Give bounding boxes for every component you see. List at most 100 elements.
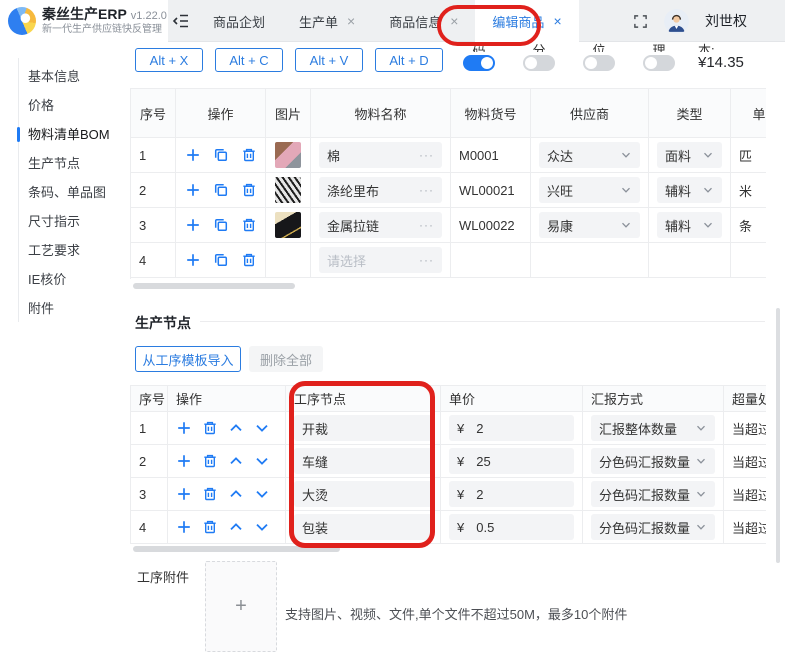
close-tab-icon[interactable]: × [553, 14, 561, 28]
unit-price-value: 0.5 [476, 519, 495, 535]
move-up-row-icon[interactable] [228, 420, 244, 436]
tab-product-planning[interactable]: 商品企划 [196, 0, 282, 42]
shortcut-button-3[interactable]: Alt + V [295, 48, 363, 72]
sidebar-item-ie-costing[interactable]: IE核价 [28, 265, 128, 294]
horizontal-scrollbar-thumb-process[interactable] [133, 546, 340, 552]
report-mode-select[interactable]: 分色码汇报数量 [591, 514, 715, 540]
close-tab-icon[interactable]: × [450, 14, 458, 28]
sidebar-item-craft-requirements[interactable]: 工艺要求 [28, 236, 128, 265]
unit-price-input[interactable]: ¥2 [449, 481, 574, 507]
add-row-icon[interactable] [176, 486, 192, 502]
bom-row-supplier-cell: 易康 [531, 208, 649, 243]
material-name-input[interactable]: 涤纶里布 ··· [319, 177, 442, 203]
delete-row-icon[interactable] [241, 147, 257, 163]
unit-price-value: 2 [476, 486, 484, 502]
copy-row-icon[interactable] [213, 252, 229, 268]
tab-production-order[interactable]: 生产单 × [282, 0, 372, 42]
unit-price-cell: ¥2 [441, 412, 583, 445]
horizontal-scrollbar-thumb-bom[interactable] [133, 283, 295, 289]
delete-all-button[interactable]: 删除全部 [249, 346, 323, 372]
tab-edit-product[interactable]: 编辑商品 × [475, 0, 579, 42]
sidebar-item-attachments[interactable]: 附件 [28, 294, 128, 323]
delete-row-icon[interactable] [202, 519, 218, 535]
supplier-select[interactable]: 众达 [539, 142, 640, 168]
sidebar-item-price[interactable]: 价格 [28, 91, 128, 120]
shortcut-button-4[interactable]: Alt + D [375, 48, 443, 72]
sidebar-item-production-node[interactable]: 生产节点 [28, 149, 128, 178]
sidebar-item-barcode-item-images[interactable]: 条码、单品图 [28, 178, 128, 207]
shortcut-button-1[interactable]: Alt + X [135, 48, 203, 72]
bom-row-supplier-cell: 众达 [531, 138, 649, 173]
user-name[interactable]: 刘世权 [705, 11, 747, 31]
move-down-row-icon[interactable] [254, 420, 270, 436]
toggle-switch-1[interactable] [463, 55, 495, 71]
tab-product-info[interactable]: 商品信息 × [372, 0, 475, 42]
toggle-switch-2[interactable] [523, 55, 555, 71]
supplier-select[interactable]: 兴旺 [539, 177, 640, 203]
copy-row-icon[interactable] [213, 147, 229, 163]
process-node-input[interactable]: 开裁 [294, 415, 432, 441]
report-mode-select[interactable]: 分色码汇报数量 [591, 448, 715, 474]
sidebar-item-basic-info[interactable]: 基本信息 [28, 62, 128, 91]
move-down-row-icon[interactable] [254, 519, 270, 535]
cost-label-clipped: 本: [698, 43, 715, 52]
add-row-icon[interactable] [176, 519, 192, 535]
move-up-row-icon[interactable] [228, 519, 244, 535]
material-name-input[interactable]: 请选择 ··· [319, 247, 442, 273]
move-up-row-icon[interactable] [228, 453, 244, 469]
sidebar-collapse-icon[interactable] [172, 13, 190, 29]
move-down-row-icon[interactable] [254, 486, 270, 502]
upload-attachment-button[interactable]: + [205, 561, 277, 652]
add-row-icon[interactable] [176, 453, 192, 469]
import-from-template-button[interactable]: 从工序模板导入 [135, 346, 241, 372]
delete-row-icon[interactable] [241, 252, 257, 268]
material-name-input[interactable]: 棉 ··· [319, 142, 442, 168]
delete-row-icon[interactable] [202, 453, 218, 469]
type-select[interactable]: 辅料 [657, 177, 722, 203]
add-row-icon[interactable] [185, 252, 201, 268]
supplier-select[interactable]: 易康 [539, 212, 640, 238]
copy-row-icon[interactable] [213, 217, 229, 233]
process-node-input[interactable]: 包装 [294, 514, 432, 540]
brand: 秦丝生产ERP v1.22.0 新一代生产供应链快反管理 [0, 0, 168, 42]
process-node-input[interactable]: 车缝 [294, 448, 432, 474]
add-row-icon[interactable] [176, 420, 192, 436]
delete-row-icon[interactable] [241, 182, 257, 198]
tab-label: 商品信息 [389, 14, 442, 30]
add-row-icon[interactable] [185, 182, 201, 198]
ellipsis-icon[interactable]: ··· [419, 183, 434, 197]
ellipsis-icon[interactable]: ··· [419, 218, 434, 232]
delete-row-icon[interactable] [202, 486, 218, 502]
process-table-row: 4 包装 ¥0.5 分色码汇报数量 当超过 [131, 511, 766, 544]
process-node-input[interactable]: 大烫 [294, 481, 432, 507]
ellipsis-icon[interactable]: ··· [419, 148, 434, 162]
process-table: 序号操作工序节点单价汇报方式超量处理 1开裁¥2汇报整体数量当超过2车缝¥25分… [130, 385, 766, 544]
add-row-icon[interactable] [185, 147, 201, 163]
sidebar-item-size-guide[interactable]: 尺寸指示 [28, 207, 128, 236]
bom-row-actions [176, 138, 266, 173]
unit-price-input[interactable]: ¥25 [449, 448, 574, 474]
user-avatar[interactable] [664, 8, 689, 34]
toggle-switch-3[interactable] [583, 55, 615, 71]
report-mode-select[interactable]: 分色码汇报数量 [591, 481, 715, 507]
ellipsis-icon[interactable]: ··· [419, 253, 434, 267]
delete-row-icon[interactable] [241, 217, 257, 233]
shortcut-button-2[interactable]: Alt + C [215, 48, 283, 72]
close-tab-icon[interactable]: × [347, 14, 355, 28]
unit-price-input[interactable]: ¥2 [449, 415, 574, 441]
move-up-row-icon[interactable] [228, 486, 244, 502]
delete-row-icon[interactable] [202, 420, 218, 436]
report-mode-select[interactable]: 汇报整体数量 [591, 415, 715, 441]
toggle-switch-4[interactable] [643, 55, 675, 71]
vertical-scrollbar-thumb[interactable] [776, 308, 780, 563]
sidebar-item-bom[interactable]: 物料清单BOM [17, 120, 128, 149]
type-select[interactable]: 辅料 [657, 212, 722, 238]
copy-row-icon[interactable] [213, 182, 229, 198]
fullscreen-icon[interactable] [633, 14, 648, 29]
add-row-icon[interactable] [185, 217, 201, 233]
move-down-row-icon[interactable] [254, 453, 270, 469]
unit-price-input[interactable]: ¥0.5 [449, 514, 574, 540]
bom-row-supplier-cell [531, 243, 649, 278]
material-name-input[interactable]: 金属拉链 ··· [319, 212, 442, 238]
type-select[interactable]: 面料 [657, 142, 722, 168]
